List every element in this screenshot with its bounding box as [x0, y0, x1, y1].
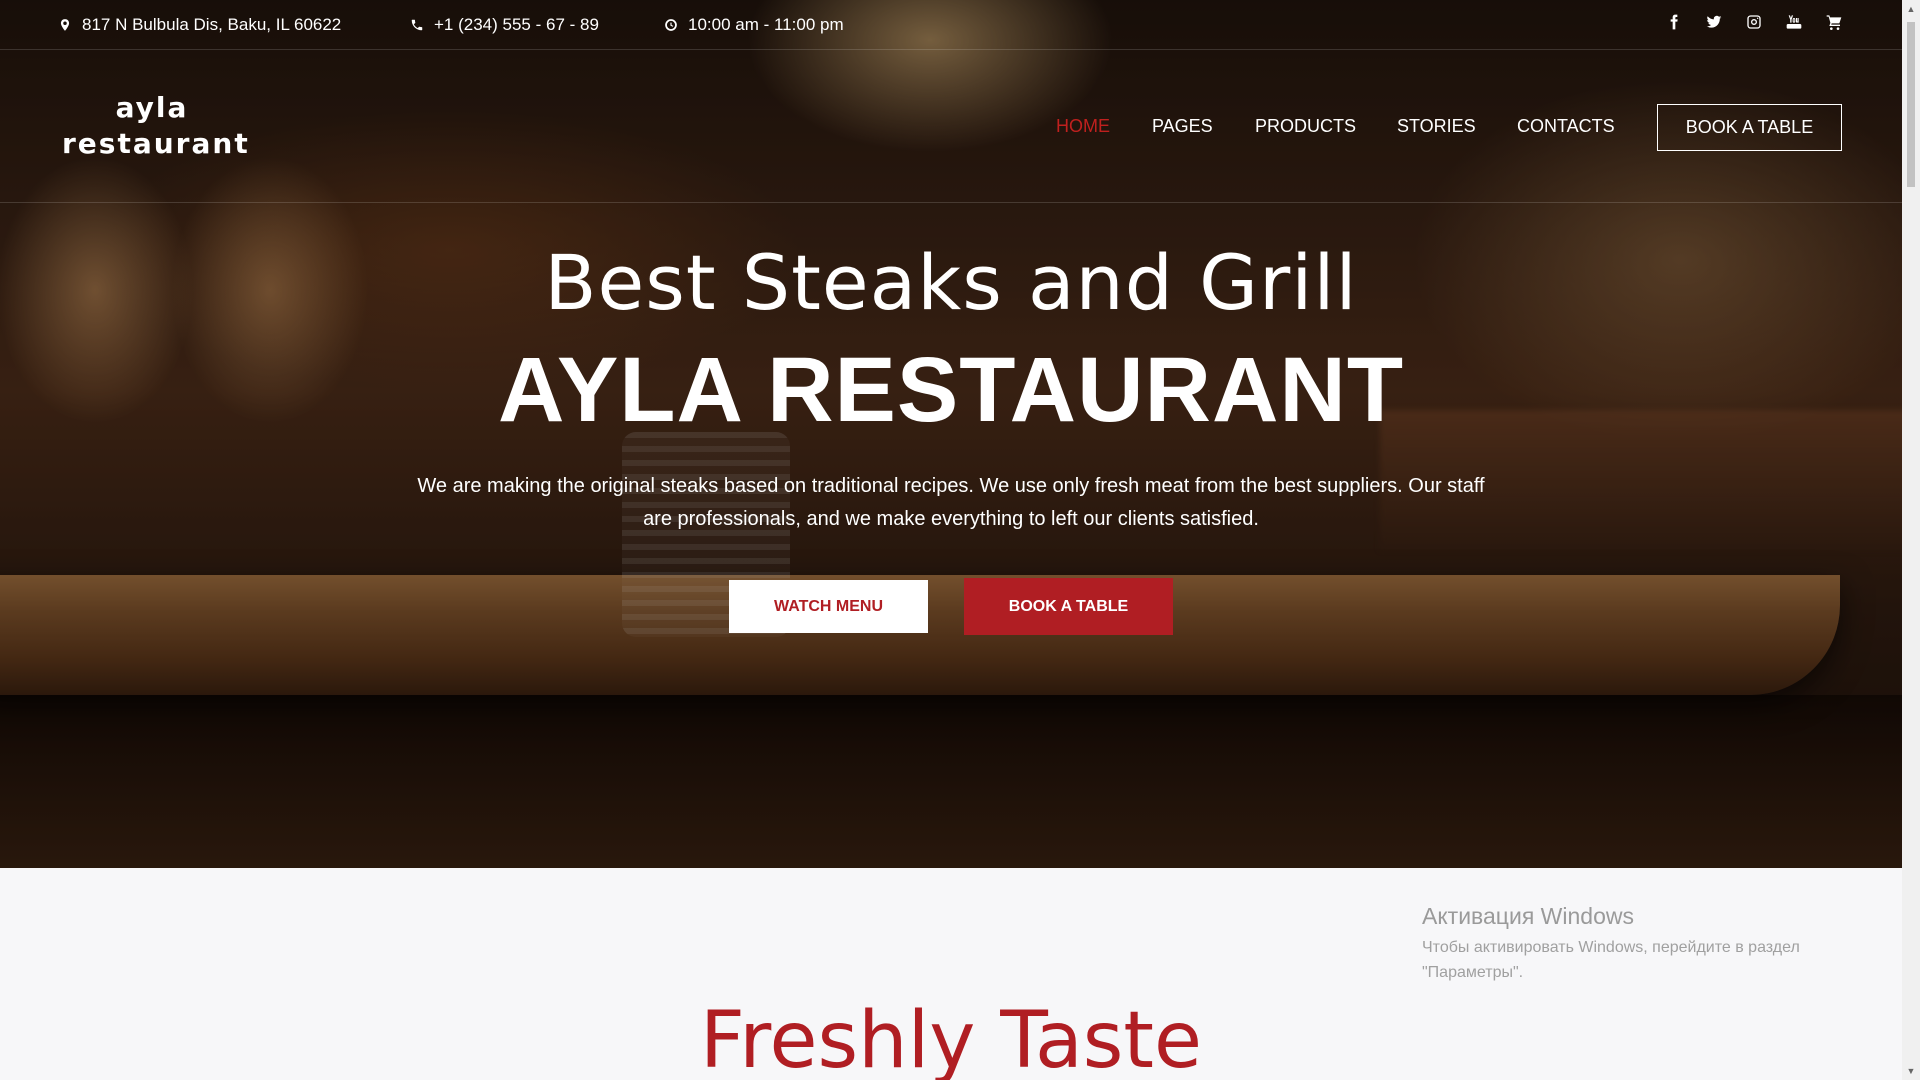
nav-home[interactable]: HOME	[1056, 116, 1110, 137]
cart-icon[interactable]	[1825, 13, 1842, 30]
address-info: 817 N Bulbula Dis, Baku, IL 60622	[58, 15, 341, 35]
phone-text[interactable]: +1 (234) 555 - 67 - 89	[434, 15, 599, 35]
hero-description: We are making the original steaks based …	[417, 475, 1485, 530]
nav-stories[interactable]: STORIES	[1397, 116, 1476, 137]
hours-text: 10:00 am - 11:00 pm	[688, 15, 844, 34]
map-pin-icon	[60, 19, 70, 31]
section-heading: Freshly Taste	[700, 996, 1202, 1080]
nav-contacts[interactable]: CONTACTS	[1517, 116, 1615, 137]
logo-line-1: ayla	[115, 91, 189, 124]
address-text: 817 N Bulbula Dis, Baku, IL 60622	[82, 15, 342, 34]
youtube-icon[interactable]	[1785, 13, 1802, 30]
nav-products[interactable]: PRODUCTS	[1255, 116, 1356, 137]
facebook-icon[interactable]	[1665, 13, 1682, 30]
scroll-down-arrow-icon[interactable]: ▼	[1902, 1062, 1920, 1080]
main-navbar: ayla restaurant HOME PAGES PRODUCTS STOR…	[0, 50, 1902, 203]
scroll-up-arrow-icon[interactable]: ▲	[1902, 0, 1920, 18]
book-table-button[interactable]: BOOK A TABLE	[964, 578, 1173, 635]
phone-icon	[411, 19, 423, 31]
windows-activation-title: Активация Windows	[1422, 903, 1634, 929]
windows-activation-text: Чтобы активировать Windows, перейдите в …	[1422, 939, 1800, 981]
page-scrollbar[interactable]: ▲ ▼	[1902, 0, 1920, 1080]
scroll-thumb[interactable]	[1907, 22, 1915, 187]
hours-info: 10:00 am - 11:00 pm	[664, 15, 844, 35]
instagram-icon[interactable]	[1745, 13, 1762, 30]
nav-book-table-button[interactable]: BOOK A TABLE	[1657, 104, 1842, 151]
hero-script-title: Best Steaks and Grill	[544, 238, 1358, 327]
twitter-icon[interactable]	[1705, 13, 1722, 30]
logo-line-2: restaurant	[62, 127, 250, 160]
social-links	[1665, 13, 1842, 30]
hero-title: AYLA RESTAURANT	[497, 339, 1405, 441]
top-info-bar: 817 N Bulbula Dis, Baku, IL 60622 +1 (23…	[0, 0, 1902, 50]
nav-pages[interactable]: PAGES	[1152, 116, 1213, 137]
watch-menu-button[interactable]: WATCH MENU	[729, 580, 928, 633]
phone-info[interactable]: +1 (234) 555 - 67 - 89	[410, 15, 599, 35]
site-logo[interactable]: ayla restaurant	[62, 90, 250, 162]
clock-icon	[665, 19, 677, 31]
